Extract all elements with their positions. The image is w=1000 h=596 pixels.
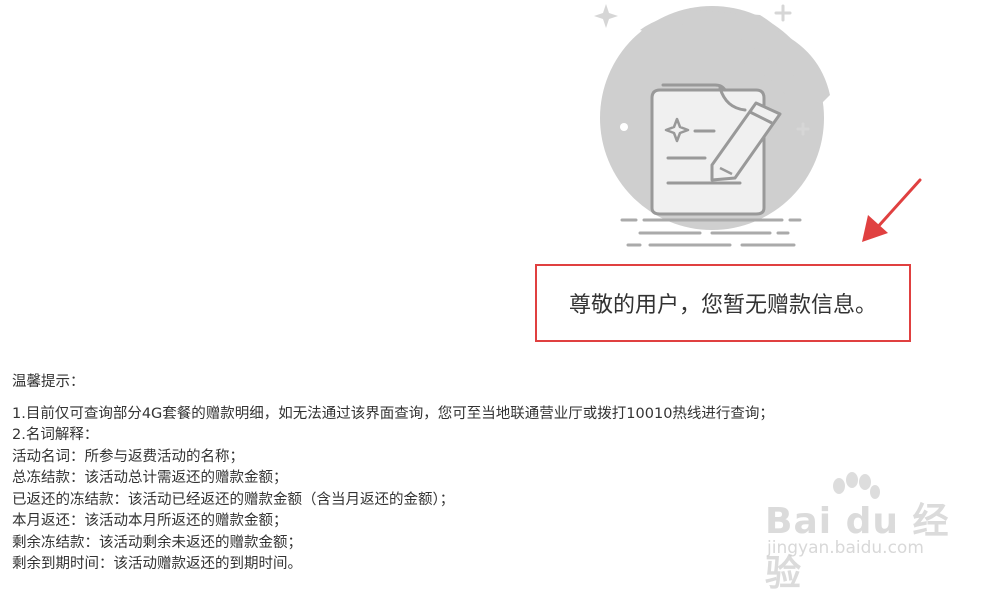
arrow-icon	[862, 178, 922, 242]
tip-line: 2.名词解释：	[12, 427, 99, 443]
tip-line: 活动名词：所参与返费活动的名称；	[12, 448, 244, 465]
watermark-url: jingyan.baidu.com	[767, 538, 924, 558]
tips-title: 温馨提示：	[12, 374, 85, 390]
baidu-watermark: Bai du 经验 jingyan.baidu.com	[765, 472, 985, 594]
empty-state-message-box: 尊敬的用户，您暂无赠款信息。	[535, 264, 911, 342]
document-pencil-icon	[650, 83, 782, 216]
sparkle-icon	[594, 4, 618, 28]
tip-line: 1.目前仅可查询部分4G套餐的赠款明细，如无法通过该界面查询，您可至当地联通营业…	[12, 405, 774, 422]
empty-state-message: 尊敬的用户，您暂无赠款信息。	[568, 293, 877, 318]
